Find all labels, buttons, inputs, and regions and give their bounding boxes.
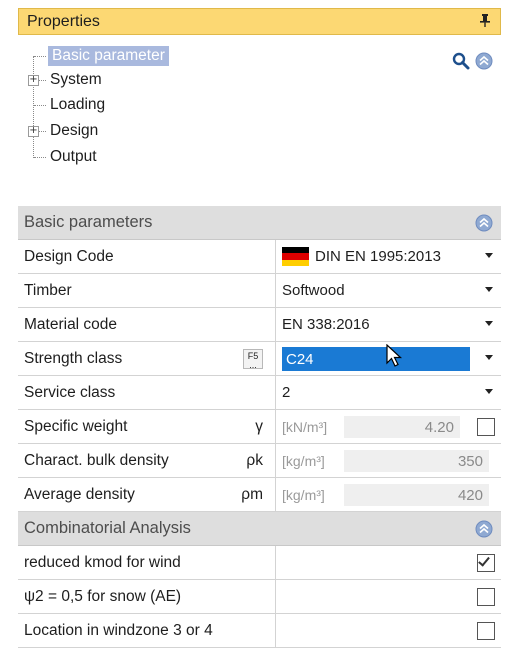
tree-item-label: Design bbox=[50, 122, 99, 139]
row-psi2-snow: ψ2 = 0,5 for snow (AE) bbox=[18, 580, 501, 614]
tree-item-label: System bbox=[50, 71, 102, 88]
windzone-checkbox[interactable] bbox=[477, 622, 495, 640]
tree-item-label: Basic parameter bbox=[48, 46, 169, 66]
unit-label: [kN/m³] bbox=[282, 418, 328, 435]
pin-icon[interactable] bbox=[478, 13, 492, 30]
dropdown-arrow-icon[interactable] bbox=[485, 355, 493, 360]
dropdown-arrow-icon[interactable] bbox=[485, 253, 493, 258]
section-header-basic-parameters[interactable]: Basic parameters bbox=[18, 206, 501, 240]
tree-connector bbox=[34, 105, 46, 106]
selected-value[interactable]: C24 bbox=[282, 347, 470, 371]
unit-label: [kg/m³] bbox=[282, 452, 325, 469]
panel-title: Properties bbox=[27, 12, 100, 30]
expand-icon[interactable]: + bbox=[28, 75, 39, 86]
strength-class-select[interactable]: C24 bbox=[276, 342, 501, 375]
tree-item-system[interactable]: System bbox=[50, 68, 102, 92]
row-windzone: Location in windzone 3 or 4 bbox=[18, 614, 501, 648]
property-value: 2 bbox=[282, 384, 291, 401]
germany-flag-icon bbox=[282, 247, 309, 266]
row-specific-weight: Specific weight γ [kN/m³] 4.20 bbox=[18, 410, 501, 444]
property-symbol: γ bbox=[255, 417, 263, 435]
navigation-tree: Basic parameter + System Loading + Desig… bbox=[22, 42, 322, 172]
row-design-code: Design Code DIN EN 1995:2013 bbox=[18, 240, 501, 274]
property-name: Material code bbox=[24, 315, 118, 333]
tree-connector bbox=[34, 56, 46, 57]
section-title: Combinatorial Analysis bbox=[24, 519, 191, 537]
dropdown-arrow-icon[interactable] bbox=[485, 321, 493, 326]
psi2-snow-checkbox[interactable] bbox=[477, 588, 495, 606]
chevron-up-circle-icon[interactable] bbox=[475, 520, 493, 538]
readonly-value: 350 bbox=[344, 450, 489, 472]
tree-item-design[interactable]: Design bbox=[50, 119, 98, 143]
material-code-select[interactable]: EN 338:2016 bbox=[276, 308, 501, 341]
tree-connector bbox=[33, 56, 34, 158]
row-average-density: Average density ρm [kg/m³] 420 bbox=[18, 478, 501, 512]
row-strength-class: Strength class F5 ... C24 bbox=[18, 342, 501, 376]
specific-weight-checkbox[interactable] bbox=[477, 418, 495, 436]
dropdown-arrow-icon[interactable] bbox=[485, 287, 493, 292]
property-name: Design Code bbox=[24, 247, 114, 265]
row-reduced-kmod: reduced kmod for wind bbox=[18, 546, 501, 580]
chevron-up-circle-icon[interactable] bbox=[475, 52, 493, 70]
row-service-class: Service class 2 bbox=[18, 376, 501, 410]
search-icon[interactable] bbox=[452, 52, 470, 70]
property-name: ψ2 = 0,5 for snow (AE) bbox=[24, 587, 182, 605]
section-header-combinatorial-analysis[interactable]: Combinatorial Analysis bbox=[18, 512, 501, 546]
property-name: Strength class bbox=[24, 349, 123, 367]
tree-connector bbox=[34, 157, 46, 158]
property-symbol: ρk bbox=[246, 451, 263, 469]
tree-item-output[interactable]: Output bbox=[50, 145, 97, 169]
property-name: reduced kmod for wind bbox=[24, 553, 181, 571]
property-value: DIN EN 1995:2013 bbox=[315, 248, 441, 265]
dropdown-arrow-icon[interactable] bbox=[485, 389, 493, 394]
property-name: Average density bbox=[24, 485, 135, 503]
property-name: Charact. bulk density bbox=[24, 451, 169, 469]
reduced-kmod-checkbox[interactable] bbox=[477, 554, 495, 572]
f5-button[interactable]: F5 ... bbox=[243, 349, 263, 370]
mouse-cursor-icon bbox=[386, 344, 403, 367]
chevron-up-circle-icon[interactable] bbox=[475, 214, 493, 232]
readonly-value: 4.20 bbox=[344, 416, 460, 438]
property-name: Location in windzone 3 or 4 bbox=[24, 621, 213, 639]
tree-item-loading[interactable]: Loading bbox=[50, 93, 105, 117]
row-bulk-density: Charact. bulk density ρk [kg/m³] 350 bbox=[18, 444, 501, 478]
timber-select[interactable]: Softwood bbox=[276, 274, 501, 307]
property-name: Specific weight bbox=[24, 417, 128, 435]
section-title: Basic parameters bbox=[24, 213, 153, 231]
row-material-code: Material code EN 338:2016 bbox=[18, 308, 501, 342]
property-name: Timber bbox=[24, 281, 72, 299]
property-grid: Basic parameters Design Code DIN EN 1995… bbox=[18, 206, 501, 648]
property-value: EN 338:2016 bbox=[282, 316, 370, 333]
checkmark-icon bbox=[478, 554, 490, 567]
property-value: Softwood bbox=[282, 282, 345, 299]
property-name: Service class bbox=[24, 383, 116, 401]
expand-icon[interactable]: + bbox=[28, 126, 39, 137]
row-timber: Timber Softwood bbox=[18, 274, 501, 308]
tree-item-label: Output bbox=[50, 148, 97, 165]
property-symbol: ρm bbox=[241, 485, 263, 503]
properties-panel-header: Properties bbox=[18, 8, 501, 35]
service-class-select[interactable]: 2 bbox=[276, 376, 501, 409]
design-code-select[interactable]: DIN EN 1995:2013 bbox=[276, 240, 501, 273]
tree-item-basic-parameter[interactable]: Basic parameter bbox=[48, 44, 169, 68]
tree-item-label: Loading bbox=[50, 96, 106, 113]
unit-label: [kg/m³] bbox=[282, 486, 325, 503]
readonly-value: 420 bbox=[344, 484, 489, 506]
